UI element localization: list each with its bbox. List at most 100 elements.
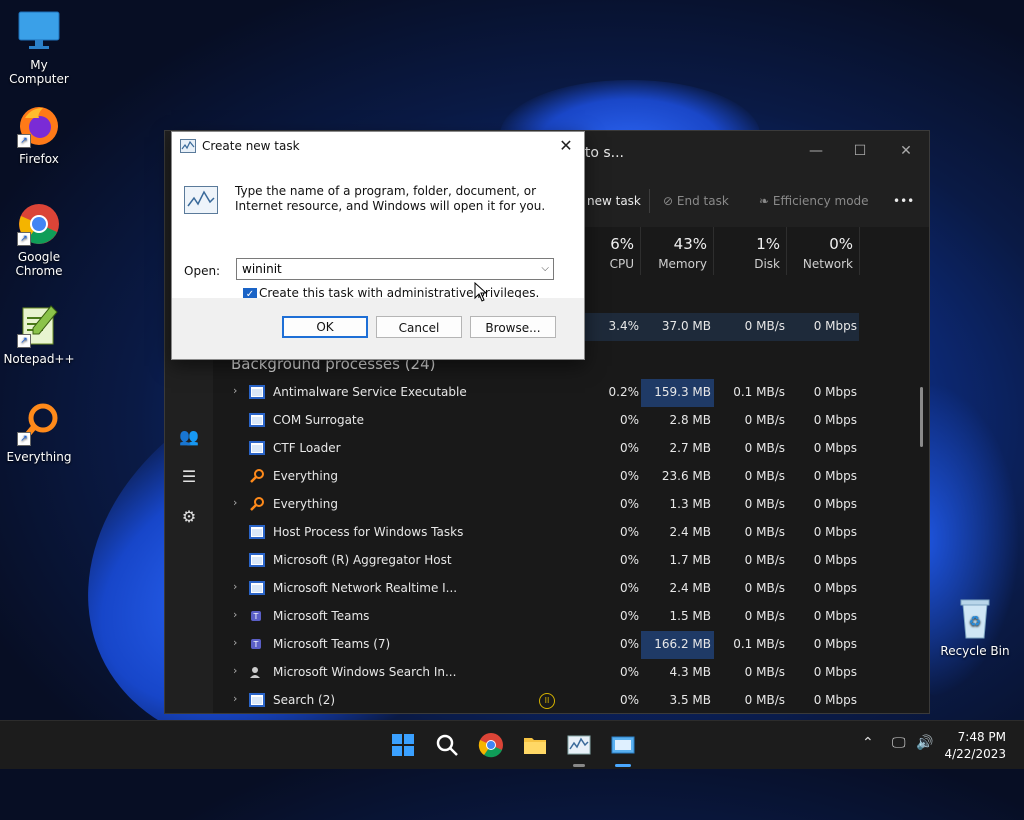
disk-label: Disk <box>754 257 780 271</box>
scrollbar[interactable] <box>920 387 923 447</box>
network-cell: 0 Mbps <box>813 637 857 651</box>
shortcut-arrow-icon: ↗ <box>17 432 31 446</box>
memory-cell: 3.5 MB <box>669 693 711 707</box>
process-name: Microsoft Windows Search In... <box>273 665 457 679</box>
disk-cell: 0 MB/s <box>744 497 785 511</box>
process-name: CTF Loader <box>273 441 341 455</box>
table-row[interactable]: › T Microsoft Teams 0% 1.5 MB 0 MB/s 0 Mbps <box>213 603 859 631</box>
cancel-button[interactable]: Cancel <box>376 316 462 338</box>
everything-icon <box>249 469 265 483</box>
memory-label: Memory <box>658 257 707 271</box>
volume-icon[interactable]: 🔊 <box>916 735 933 751</box>
cpu-cell: 0% <box>619 469 639 483</box>
browse-button[interactable]: Browse... <box>470 316 556 338</box>
desktop-icon-label: My Computer <box>9 58 69 86</box>
cpu-cell: 0% <box>619 413 639 427</box>
column-header-network[interactable]: 0% Network <box>787 227 860 275</box>
network-percent: 0% <box>829 235 853 253</box>
table-row[interactable]: Microsoft (R) Aggregator Host 0% 1.7 MB 0 M… <box>213 547 859 575</box>
run-icon <box>184 186 218 214</box>
table-row[interactable]: › Everything 0% 1.3 MB 0 MB/s 0 Mbps <box>213 491 859 519</box>
open-combobox[interactable]: wininit ⌵ <box>236 258 554 280</box>
expand-chevron-icon[interactable]: › <box>233 664 237 677</box>
open-label: Open: <box>184 264 221 278</box>
disk-cell: 0 MB/s <box>744 441 785 455</box>
close-button[interactable]: ✕ <box>556 136 576 156</box>
table-row[interactable]: › Antimalware Service Executable 0.2% 159.3… <box>213 379 859 407</box>
create-task-dialog: Create new task ✕ Type the name of a pro… <box>171 131 585 360</box>
running-indicator <box>573 764 585 767</box>
svg-text:T: T <box>253 640 259 649</box>
details-list-icon[interactable]: ☰ <box>177 465 201 489</box>
network-cell: 0 Mbps <box>813 525 857 539</box>
disk-cell: 0.1 MB/s <box>733 637 785 651</box>
maximize-button[interactable]: ☐ <box>845 139 875 163</box>
search-icon[interactable] <box>433 731 461 759</box>
desktop-icon-firefox[interactable]: ↗ Firefox <box>0 104 78 166</box>
close-button[interactable]: ✕ <box>891 139 921 163</box>
end-task-button[interactable]: ⊘ End task <box>663 191 729 211</box>
table-row[interactable]: Host Process for Windows Tasks 0% 2.4 MB 0 … <box>213 519 859 547</box>
start-windows-icon[interactable] <box>389 731 417 759</box>
table-row[interactable]: COM Surrogate 0% 2.8 MB 0 MB/s 0 Mbps <box>213 407 859 435</box>
table-row[interactable]: CTF Loader 0% 2.7 MB 0 MB/s 0 Mbps <box>213 435 859 463</box>
desktop-icon-my-computer[interactable]: My Computer <box>0 10 78 86</box>
network-icon[interactable]: 🖵 <box>892 735 906 751</box>
network-cell: 0 Mbps <box>813 497 857 511</box>
column-header-disk[interactable]: 1% Disk <box>714 227 787 275</box>
desktop-icon-notepadpp[interactable]: ↗ Notepad++ <box>0 304 78 366</box>
process-name: Host Process for Windows Tasks <box>273 525 464 539</box>
table-row[interactable]: › T Microsoft Teams (7) 0% 166.2 MB 0.1 MB/s 0… <box>213 631 859 659</box>
network-cell: 0 Mbps <box>813 469 857 483</box>
expand-chevron-icon[interactable]: › <box>233 580 237 593</box>
task-manager-icon[interactable] <box>565 731 593 759</box>
memory-cell: 1.3 MB <box>669 497 711 511</box>
memory-cell: 2.8 MB <box>669 413 711 427</box>
clock[interactable]: 7:48 PM 4/22/2023 <box>944 729 1006 763</box>
disk-percent: 1% <box>756 235 780 253</box>
table-row[interactable]: › Microsoft Windows Search In... 0% 4.3 MB 0… <box>213 659 859 687</box>
table-row[interactable]: › Search (2) 0% 3.5 MB 0 MB/s 0 Mbps II <box>213 687 859 715</box>
desktop-icon-chrome[interactable]: ↗ Google Chrome <box>0 202 78 278</box>
expand-chevron-icon[interactable]: › <box>233 636 237 649</box>
process-window-icon <box>249 693 265 707</box>
table-row[interactable]: Everything 0% 23.6 MB 0 MB/s 0 Mbps <box>213 463 859 491</box>
disk-cell: 0 MB/s <box>744 665 785 679</box>
desktop-icon-recycle-bin[interactable]: ♻ Recycle Bin <box>936 596 1014 658</box>
clock-time: 7:48 PM <box>957 730 1006 744</box>
dialog-title: Create new task <box>202 139 300 153</box>
expand-chevron-icon[interactable]: › <box>233 608 237 621</box>
users-icon[interactable]: 👥 <box>177 425 201 449</box>
efficiency-mode-button[interactable]: ❧ Efficiency mode <box>759 191 869 211</box>
shortcut-arrow-icon: ↗ <box>17 134 31 148</box>
run-dialog-icon[interactable] <box>609 731 637 759</box>
memory-percent: 43% <box>673 235 707 253</box>
chrome-icon[interactable] <box>477 731 505 759</box>
network-cell: 0 Mbps <box>813 581 857 595</box>
shortcut-arrow-icon: ↗ <box>17 232 31 246</box>
network-cell: 0 Mbps <box>813 553 857 567</box>
network-cell: 0 Mbps <box>813 413 857 427</box>
table-row[interactable]: › Microsoft Network Realtime I... 0% 2.4 MB… <box>213 575 859 603</box>
run-new-task-button[interactable]: new task <box>587 191 641 211</box>
file-explorer-icon[interactable] <box>521 731 549 759</box>
efficiency-mode-label: Efficiency mode <box>772 194 869 208</box>
more-options-button[interactable]: ••• <box>893 191 914 211</box>
disk-cell: 0 MB/s <box>744 553 785 567</box>
column-header-memory[interactable]: 43% Memory <box>641 227 714 275</box>
memory-cell: 23.6 MB <box>661 469 711 483</box>
chevron-up-icon[interactable]: ⌃ <box>862 735 874 751</box>
cpu-cell: 0% <box>619 497 639 511</box>
expand-chevron-icon[interactable]: › <box>233 384 237 397</box>
services-icon[interactable]: ⚙ <box>177 505 201 529</box>
ok-button[interactable]: OK <box>282 316 368 338</box>
cpu-cell: 0% <box>619 609 639 623</box>
minimize-button[interactable]: — <box>801 139 831 163</box>
chevron-down-icon[interactable]: ⌵ <box>541 259 549 279</box>
desktop-icon-everything[interactable]: ↗ Everything <box>0 402 78 464</box>
disk-cell: 0.1 MB/s <box>733 385 785 399</box>
expand-chevron-icon[interactable]: › <box>233 496 237 509</box>
active-indicator <box>615 764 631 767</box>
expand-chevron-icon[interactable]: › <box>233 692 237 705</box>
disk-cell: 0 MB/s <box>744 609 785 623</box>
